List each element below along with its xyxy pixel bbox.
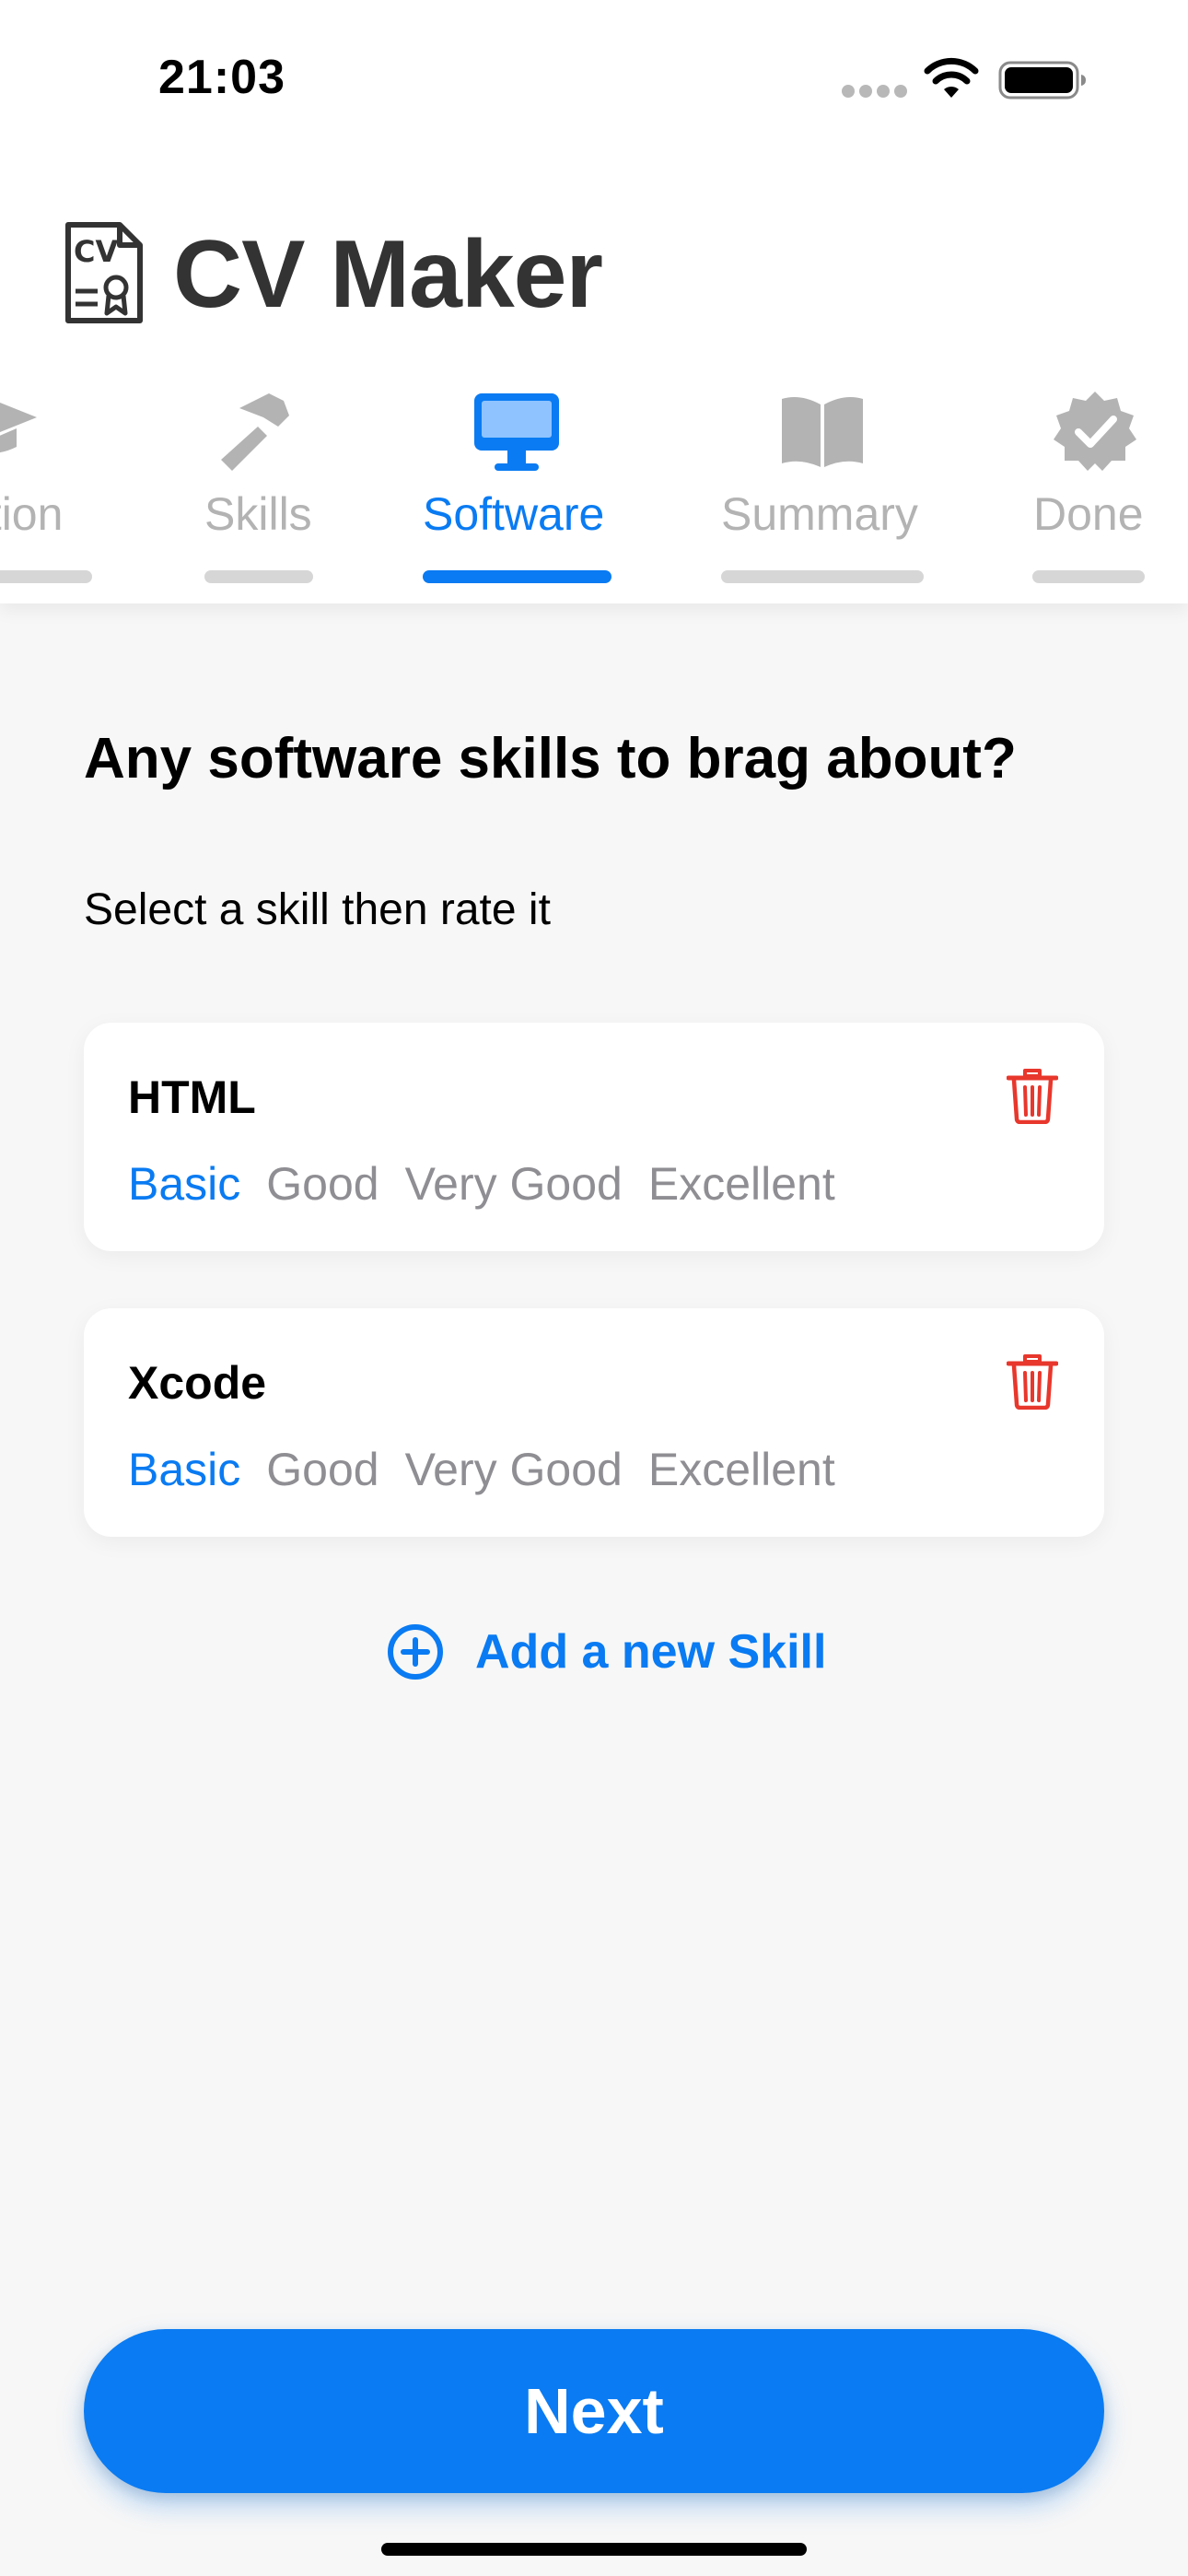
- tab-education[interactable]: ation: [0, 373, 92, 590]
- trash-icon[interactable]: [1007, 1352, 1058, 1410]
- tab-label: Software: [423, 488, 605, 540]
- add-skill-button[interactable]: Add a new Skill: [387, 1620, 826, 1684]
- wifi-icon: [924, 57, 979, 98]
- rating-basic[interactable]: Basic: [128, 1157, 240, 1211]
- app-title: CV Maker: [173, 221, 603, 328]
- step-tabs: ation Skills Software: [0, 373, 1188, 590]
- graduation-cap-icon: [0, 403, 37, 452]
- instruction-text: Select a skill then rate it: [84, 885, 551, 934]
- page-question: Any software skills to brag about?: [84, 727, 1017, 790]
- status-bar: 21:03: [0, 0, 1188, 138]
- plus-circle-icon: [388, 1624, 443, 1680]
- skill-card-xcode: Xcode Basic Good Very Good Excellent: [84, 1308, 1104, 1537]
- tab-summary[interactable]: Summary: [721, 373, 924, 590]
- tab-label: Skills: [204, 488, 312, 540]
- cv-certificate-icon: CV: [65, 222, 143, 323]
- rating-options: Basic Good Very Good Excellent: [128, 1157, 835, 1211]
- home-indicator[interactable]: [381, 2543, 807, 2556]
- tab-indicator: [1032, 570, 1145, 583]
- rating-excellent[interactable]: Excellent: [648, 1157, 835, 1211]
- trash-icon[interactable]: [1007, 1067, 1058, 1124]
- tab-indicator: [0, 570, 92, 583]
- status-time: 21:03: [158, 51, 285, 104]
- tab-indicator: [721, 570, 924, 583]
- checkmark-seal-icon: [1054, 392, 1136, 471]
- svg-text:CV: CV: [74, 234, 118, 269]
- tab-software[interactable]: Software: [423, 373, 611, 590]
- skill-name: HTML: [128, 1071, 256, 1123]
- tab-skills[interactable]: Skills: [203, 373, 313, 590]
- cellular-signal-icon: [842, 85, 907, 98]
- open-book-icon: [782, 397, 863, 467]
- desktop-computer-icon: [474, 393, 559, 471]
- next-button-label: Next: [524, 2375, 664, 2447]
- tab-label: ation: [0, 488, 64, 540]
- rating-excellent[interactable]: Excellent: [648, 1443, 835, 1496]
- rating-good[interactable]: Good: [266, 1157, 379, 1211]
- rating-options: Basic Good Very Good Excellent: [128, 1443, 835, 1496]
- header-area: 21:03 CV CV Maker ation: [0, 0, 1188, 603]
- skill-card-html: HTML Basic Good Very Good Excellent: [84, 1023, 1104, 1251]
- tab-label: Summary: [721, 488, 918, 540]
- add-skill-label: Add a new Skill: [475, 1625, 827, 1679]
- battery-full-icon: [998, 61, 1086, 100]
- rating-very-good[interactable]: Very Good: [405, 1157, 623, 1211]
- skill-name: Xcode: [128, 1357, 267, 1409]
- hammer-icon: [221, 393, 289, 471]
- rating-good[interactable]: Good: [266, 1443, 379, 1496]
- tab-indicator: [423, 570, 611, 583]
- next-button[interactable]: Next: [84, 2329, 1104, 2493]
- tab-indicator: [204, 570, 313, 583]
- rating-very-good[interactable]: Very Good: [405, 1443, 623, 1496]
- tab-done[interactable]: Done: [1032, 373, 1145, 590]
- rating-basic[interactable]: Basic: [128, 1443, 240, 1496]
- tab-label: Done: [1033, 488, 1144, 540]
